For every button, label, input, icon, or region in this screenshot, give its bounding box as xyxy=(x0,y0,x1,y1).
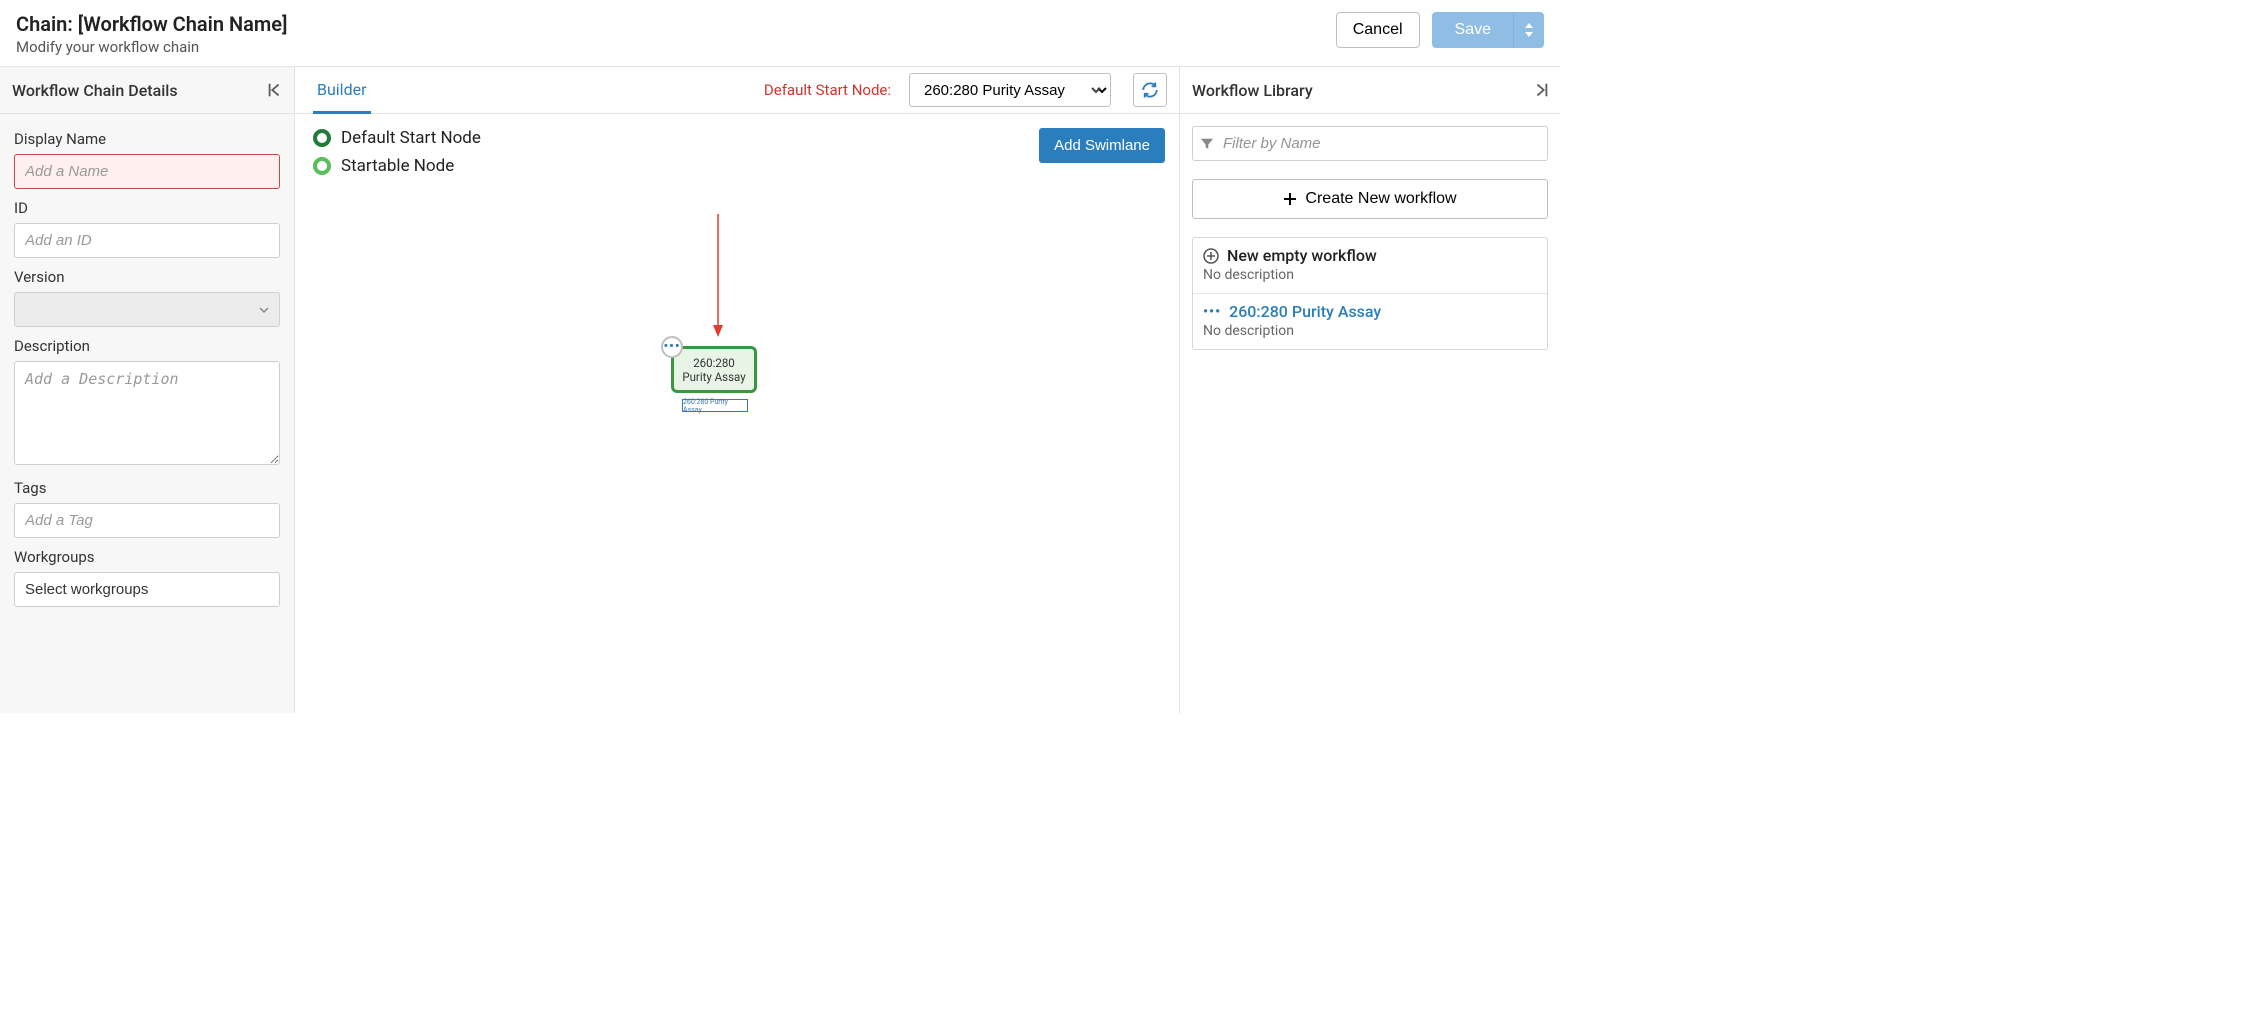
library-item-desc: No description xyxy=(1203,267,1537,283)
workflow-node[interactable]: 260:280 Purity Assay xyxy=(671,346,757,393)
library-panel-title: Workflow Library xyxy=(1192,81,1313,100)
library-item-desc: No description xyxy=(1203,323,1537,339)
collapse-right-icon[interactable] xyxy=(1532,81,1550,99)
page-header-actions: Cancel Save xyxy=(1336,12,1544,48)
description-label: Description xyxy=(14,337,280,355)
builder-panel: Builder Default Start Node: 260:280 Puri… xyxy=(295,67,1180,713)
default-start-node-label: Default Start Node: xyxy=(764,81,891,99)
collapse-left-icon[interactable] xyxy=(266,81,284,99)
tags-label: Tags xyxy=(14,479,280,497)
tab-builder[interactable]: Builder xyxy=(313,67,371,114)
ring-icon xyxy=(313,157,331,175)
tags-input[interactable] xyxy=(14,503,280,538)
library-item[interactable]: New empty workflow No description xyxy=(1193,238,1547,293)
library-panel: Workflow Library Create New workflow xyxy=(1180,67,1560,713)
library-item-title: New empty workflow xyxy=(1227,246,1377,265)
library-panel-header: Workflow Library xyxy=(1180,67,1560,114)
id-label: ID xyxy=(14,199,280,217)
add-swimlane-button[interactable]: Add Swimlane xyxy=(1039,128,1165,163)
id-input[interactable] xyxy=(14,223,280,258)
refresh-button[interactable] xyxy=(1133,73,1167,107)
arrow-annotation-icon xyxy=(711,214,725,339)
page-header-left: Chain: [Workflow Chain Name] Modify your… xyxy=(16,12,1336,56)
page-header: Chain: [Workflow Chain Name] Modify your… xyxy=(0,0,1560,67)
workgroups-label: Workgroups xyxy=(14,548,280,566)
details-panel-header: Workflow Chain Details xyxy=(0,67,294,114)
version-select[interactable] xyxy=(14,292,280,327)
version-label: Version xyxy=(14,268,280,286)
library-filter-input[interactable] xyxy=(1192,126,1548,161)
library-list: New empty workflow No description ••• 26… xyxy=(1192,237,1548,350)
details-panel: Workflow Chain Details Display Name ID V… xyxy=(0,67,295,713)
workgroups-input[interactable] xyxy=(14,572,280,607)
library-item-title: 260:280 Purity Assay xyxy=(1229,302,1381,321)
workflow-chain-editor: Chain: [Workflow Chain Name] Modify your… xyxy=(0,0,1560,704)
save-button-group: Save xyxy=(1432,12,1544,48)
node-menu-handle[interactable]: ••• xyxy=(661,336,683,358)
sort-icon xyxy=(1523,23,1535,37)
description-input[interactable] xyxy=(14,361,280,465)
library-body: Create New workflow New empty workflow N… xyxy=(1180,114,1560,350)
builder-legend: Default Start Node Startable Node xyxy=(313,128,1161,176)
legend-startable: Startable Node xyxy=(313,156,1161,176)
workflow-node-sub[interactable]: 260:280 Purity Assay xyxy=(682,399,748,412)
display-name-label: Display Name xyxy=(14,130,280,148)
library-item[interactable]: ••• 260:280 Purity Assay No description xyxy=(1193,293,1547,349)
default-start-node-select[interactable]: 260:280 Purity Assay xyxy=(909,73,1111,107)
page-title: Chain: [Workflow Chain Name] xyxy=(16,12,1336,36)
save-dropdown-button[interactable] xyxy=(1514,12,1544,48)
details-form: Display Name ID Version Description Tags… xyxy=(0,114,294,627)
builder-header: Builder Default Start Node: 260:280 Puri… xyxy=(295,67,1179,114)
builder-canvas[interactable]: Default Start Node Startable Node Add Sw… xyxy=(295,114,1179,713)
plus-icon xyxy=(1283,192,1297,206)
page-subtitle: Modify your workflow chain xyxy=(16,38,1336,56)
cancel-button[interactable]: Cancel xyxy=(1336,12,1420,48)
details-panel-title: Workflow Chain Details xyxy=(12,81,178,100)
columns: Workflow Chain Details Display Name ID V… xyxy=(0,67,1560,713)
ring-icon xyxy=(313,129,331,147)
create-workflow-button[interactable]: Create New workflow xyxy=(1192,179,1548,219)
plus-circle-icon xyxy=(1203,248,1219,264)
refresh-icon xyxy=(1141,81,1159,99)
filter-icon xyxy=(1200,137,1214,151)
legend-default-start: Default Start Node xyxy=(313,128,1161,148)
display-name-input[interactable] xyxy=(14,154,280,189)
save-button[interactable]: Save xyxy=(1432,12,1514,48)
